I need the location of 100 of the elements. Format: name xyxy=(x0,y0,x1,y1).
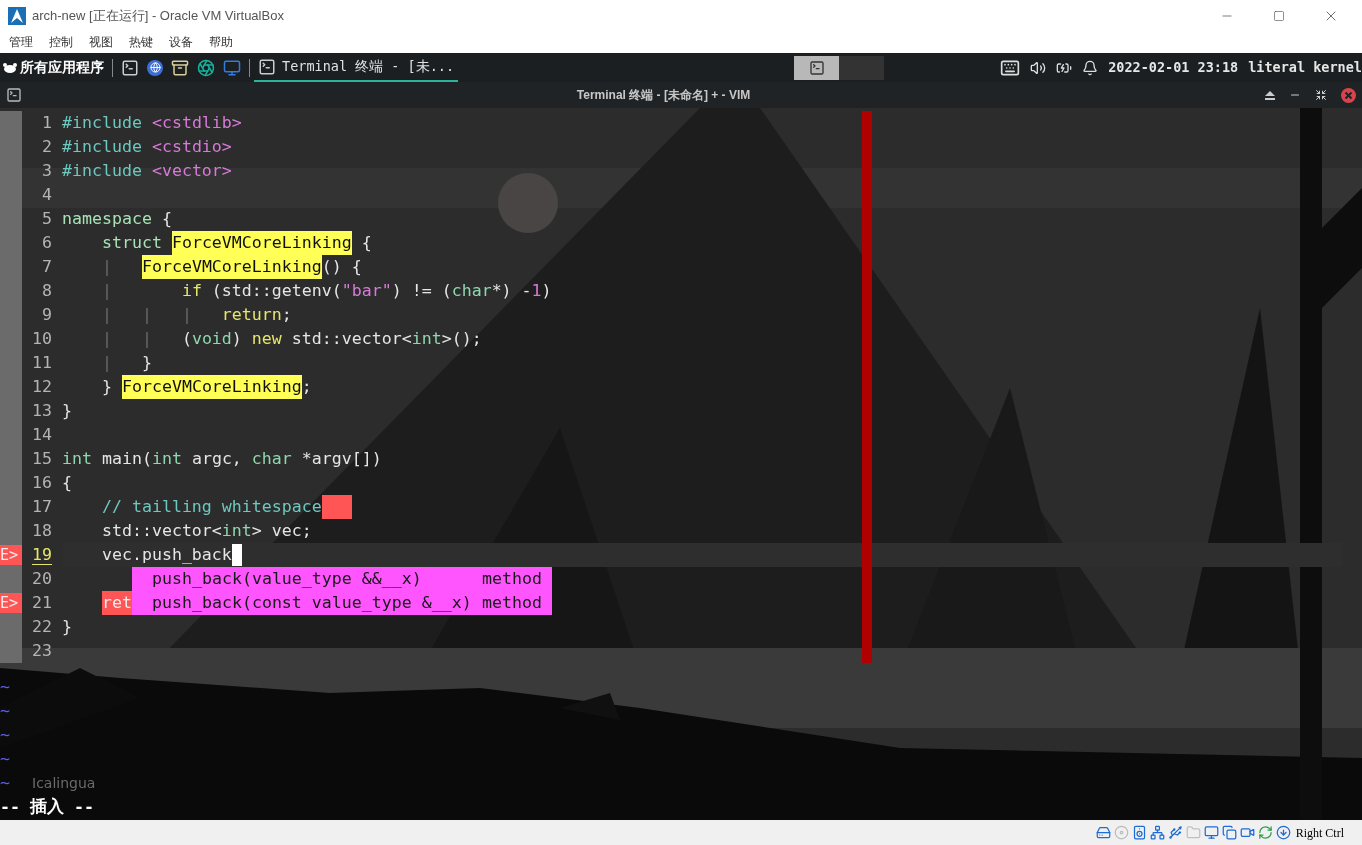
code-text: // tailling whitespace xyxy=(100,496,322,518)
code-text: *argv[]) xyxy=(300,448,382,470)
host-key-label: Right Ctrl xyxy=(1295,824,1344,842)
empty-line-marker: ~ xyxy=(0,748,11,770)
windows-icon[interactable] xyxy=(1221,825,1237,840)
line-number: 21 xyxy=(32,592,52,614)
menu-item[interactable]: 管理 xyxy=(4,33,38,51)
code-text: std::vector< xyxy=(100,520,222,542)
code-text: { xyxy=(360,232,372,254)
eject-icon[interactable] xyxy=(1265,90,1275,100)
line-number: 12 xyxy=(32,376,52,398)
monitor-icon[interactable] xyxy=(223,58,241,77)
line-number: 6 xyxy=(42,232,52,254)
code-text: char xyxy=(251,448,292,470)
code-text: char xyxy=(451,280,492,302)
volume-icon[interactable] xyxy=(1030,59,1047,76)
workspace-thumbnail[interactable] xyxy=(839,55,885,80)
refresh-icon[interactable] xyxy=(1257,825,1273,840)
code-text: { xyxy=(62,472,72,494)
error-text: ret xyxy=(102,591,132,615)
completion-item[interactable]: push_back(value_type &&__x) method xyxy=(132,567,552,591)
mascot-icon xyxy=(2,61,18,74)
workspace-thumbnail[interactable] xyxy=(794,55,840,80)
video-icon[interactable] xyxy=(1239,825,1255,840)
line-number: 19 xyxy=(32,544,52,566)
line-number: 2 xyxy=(42,136,52,158)
line-number: 23 xyxy=(32,640,52,662)
code-text: return xyxy=(221,304,282,326)
code-text: | | xyxy=(100,328,153,350)
terminal-icon xyxy=(258,57,276,76)
line-number: 22 xyxy=(32,616,52,638)
app-launcher-button[interactable]: 所有应用程序 xyxy=(0,53,108,82)
terminal-icon[interactable] xyxy=(121,58,139,77)
sign-column xyxy=(0,111,22,135)
code-text: } xyxy=(100,376,113,398)
drawer-icon[interactable] xyxy=(171,58,189,77)
code-text: struct xyxy=(100,232,163,254)
line-number: 17 xyxy=(32,496,52,518)
code-text: main( xyxy=(100,448,152,470)
clock[interactable]: 2022-02-01 23:18 xyxy=(1108,57,1239,78)
code-text: namespace xyxy=(62,208,152,230)
terminal-title: Terminal 终端 - [未命名] + - VIM xyxy=(575,87,752,104)
menu-item[interactable]: 控制 xyxy=(44,33,78,51)
empty-line-marker: ~ xyxy=(0,724,11,746)
shrink-icon[interactable] xyxy=(1315,89,1327,101)
code-text: #include xyxy=(62,160,143,182)
terminal-icon xyxy=(808,59,825,76)
line-number: 18 xyxy=(32,520,52,542)
code-text: 1 xyxy=(531,280,542,302)
network-icon[interactable] xyxy=(1149,825,1165,840)
bell-icon[interactable] xyxy=(1082,59,1099,76)
menu-item[interactable]: 设备 xyxy=(164,33,198,51)
terminal-icon xyxy=(6,87,22,103)
line-number: 20 xyxy=(32,568,52,590)
completion-item[interactable]: push_back(const value_type &__x) method xyxy=(132,591,552,615)
globe-icon[interactable] xyxy=(147,59,163,76)
code-text: ) xyxy=(541,280,552,302)
line-number: 9 xyxy=(42,304,52,326)
code-text: } xyxy=(141,352,152,374)
line-number: 13 xyxy=(32,400,52,422)
code-text: <vector> xyxy=(151,160,232,182)
code-text: #include xyxy=(62,112,143,134)
menu-item[interactable]: 帮助 xyxy=(204,33,238,51)
code-text: | xyxy=(100,352,113,374)
code-text: { xyxy=(160,208,172,230)
line-number: 7 xyxy=(42,256,52,278)
code-text: | xyxy=(100,280,113,302)
line-number: 4 xyxy=(42,184,52,206)
empty-line-marker: ~ xyxy=(0,772,11,794)
speaker-icon[interactable] xyxy=(1131,825,1147,840)
aperture-icon[interactable] xyxy=(197,58,215,77)
code-text: int xyxy=(221,520,252,542)
code-text: int xyxy=(411,328,442,350)
user-name[interactable]: literal kernel xyxy=(1248,57,1362,78)
code-text: ( xyxy=(181,328,192,350)
code-text: std::vector< xyxy=(290,328,412,350)
desktop-icon-label: Icalingua xyxy=(32,774,96,793)
menu-item[interactable]: 视图 xyxy=(84,33,118,51)
usb-icon[interactable] xyxy=(1167,825,1183,840)
line-number: 5 xyxy=(42,208,52,230)
empty-line-marker: ~ xyxy=(0,676,11,698)
code-text: () { xyxy=(321,256,362,278)
code-text: if xyxy=(181,280,202,302)
code-text: (std::getenv( xyxy=(210,280,342,302)
line-number: 14 xyxy=(32,424,52,446)
highlighted-word: ForceVMCoreLinking xyxy=(141,255,322,279)
code-text: vec.push_back xyxy=(100,544,232,566)
line-number: 1 xyxy=(42,112,52,134)
maximize-icon[interactable] xyxy=(1273,9,1285,22)
mode-indicator: -- 插入 -- xyxy=(0,796,94,818)
line-number: 15 xyxy=(32,448,52,470)
code-text: ; xyxy=(281,304,292,326)
app-logo-icon xyxy=(8,6,26,25)
display-icon[interactable] xyxy=(1203,825,1219,840)
code-text: int xyxy=(151,448,182,470)
download-icon[interactable] xyxy=(1275,825,1291,840)
close-icon[interactable] xyxy=(1341,87,1356,103)
code-text: "bar" xyxy=(341,280,392,302)
empty-line-marker: ~ xyxy=(0,700,11,722)
menu-item[interactable]: 热键 xyxy=(124,33,158,51)
